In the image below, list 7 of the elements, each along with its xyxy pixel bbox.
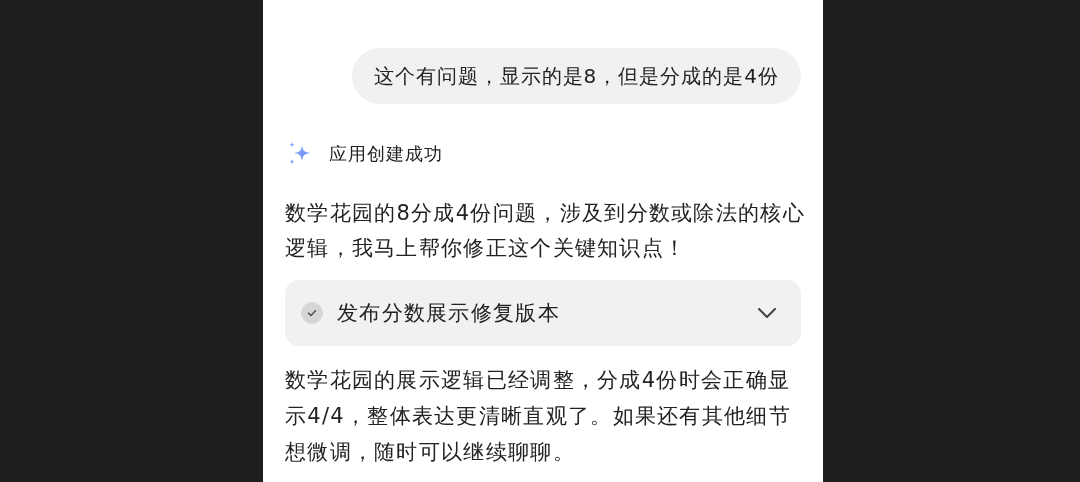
chevron-down-icon[interactable]	[757, 307, 777, 319]
assistant-paragraph: 数学花园的8分成4份问题，涉及到分数或除法的核心逻辑，我马上帮你修正这个关键知识点！	[285, 200, 805, 262]
status-title: 应用创建成功	[329, 142, 443, 166]
assistant-paragraph: 数学花园的展示逻辑已经调整，分成4份时会正确显示4/4，整体表达更清晰直观了。如果还有其他细节想微调，随时可以继续聊聊。	[285, 367, 792, 466]
user-message-bubble: 这个有问题，显示的是8，但是分成的是4份	[351, 48, 801, 104]
step-card[interactable]: 发布分数展示修复版本	[285, 280, 801, 346]
step-label: 发布分数展示修复版本	[337, 300, 561, 327]
